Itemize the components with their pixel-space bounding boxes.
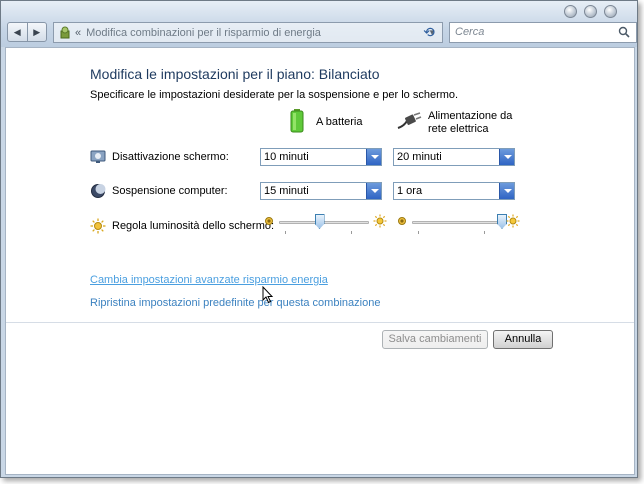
- power-plug-icon: [397, 112, 422, 129]
- sun-large-icon: [373, 214, 387, 228]
- window-frame: ◀ ▶ « Modifica combinazioni per il rispa…: [0, 0, 638, 478]
- address-bar[interactable]: « Modifica combinazioni per il risparmio…: [53, 22, 443, 43]
- mouse-cursor-icon: [262, 286, 274, 304]
- search-icon[interactable]: [618, 26, 630, 38]
- sleep-label: Sospensione computer:: [112, 185, 228, 197]
- forward-button[interactable]: ▶: [28, 23, 47, 41]
- restore-defaults-link[interactable]: Ripristina impostazioni predefinite per …: [90, 297, 380, 309]
- slider-tick: [285, 231, 286, 234]
- plugged-column-header: Alimentazione da rete elettrica: [428, 110, 512, 136]
- display-off-battery-value: 10 minuti: [264, 151, 309, 163]
- chevron-down-icon[interactable]: [366, 149, 381, 165]
- nav-buttons: ◀ ▶: [7, 22, 47, 42]
- search-input[interactable]: Cerca: [449, 22, 637, 43]
- plugged-header-line2: rete elettrica: [428, 123, 489, 135]
- slider-track: [412, 221, 502, 224]
- save-button[interactable]: Salva cambiamenti: [382, 330, 488, 349]
- close-button[interactable]: [604, 5, 617, 18]
- navigation-bar: ◀ ▶ « Modifica combinazioni per il rispa…: [7, 22, 637, 44]
- battery-icon: [290, 109, 304, 133]
- sleep-plugged-value: 1 ora: [397, 185, 423, 197]
- brightness-row-label: Regola luminosità dello schermo:: [90, 218, 274, 234]
- sun-large-icon: [506, 214, 520, 228]
- display-off-label: Disattivazione schermo:: [112, 151, 229, 163]
- refresh-icon[interactable]: ⟲: [421, 25, 437, 39]
- slider-thumb[interactable]: [314, 214, 325, 229]
- display-off-plugged-select[interactable]: 20 minuti: [393, 148, 515, 166]
- slider-tick: [351, 231, 352, 234]
- brightness-battery-slider[interactable]: [263, 213, 387, 237]
- minimize-button[interactable]: [564, 5, 577, 18]
- sun-icon: [90, 218, 106, 234]
- display-off-plugged-value: 20 minuti: [397, 151, 442, 163]
- brightness-label: Regola luminosità dello schermo:: [112, 220, 275, 232]
- slider-tick: [418, 231, 419, 234]
- maximize-button[interactable]: [584, 5, 597, 18]
- moon-icon: [91, 184, 106, 198]
- sleep-battery-select[interactable]: 15 minuti: [260, 182, 382, 200]
- chevron-down-icon[interactable]: [499, 149, 514, 165]
- plugged-header-line1: Alimentazione da: [428, 110, 513, 122]
- page-title: Modifica le impostazioni per il piano: B…: [90, 66, 380, 82]
- slider-tick: [484, 231, 485, 234]
- display-off-battery-select[interactable]: 10 minuti: [260, 148, 382, 166]
- advanced-settings-link[interactable]: Cambia impostazioni avanzate risparmio e…: [90, 274, 328, 286]
- monitor-icon: [90, 150, 106, 163]
- footer-divider: [6, 322, 634, 323]
- back-button[interactable]: ◀: [8, 23, 28, 41]
- display-off-row-label: Disattivazione schermo:: [90, 149, 229, 165]
- brightness-plugged-slider[interactable]: [396, 213, 520, 237]
- power-options-icon: [60, 26, 70, 38]
- content-pane: Modifica le impostazioni per il piano: B…: [5, 47, 635, 475]
- page-subtitle: Specificare le impostazioni desiderate p…: [90, 89, 459, 101]
- sleep-battery-value: 15 minuti: [264, 185, 309, 197]
- title-bar: ◀ ▶ « Modifica combinazioni per il rispa…: [1, 1, 637, 47]
- caption-buttons: [564, 5, 617, 18]
- sun-small-icon: [398, 217, 406, 225]
- address-path: Modifica combinazioni per il risparmio d…: [86, 26, 321, 39]
- cancel-button[interactable]: Annulla: [493, 330, 553, 349]
- chevron-down-icon[interactable]: [366, 183, 381, 199]
- breadcrumb-separator: «: [75, 26, 82, 39]
- search-placeholder: Cerca: [455, 26, 485, 38]
- sleep-row-label: Sospensione computer:: [90, 183, 228, 199]
- sun-small-icon: [265, 217, 273, 225]
- sleep-plugged-select[interactable]: 1 ora: [393, 182, 515, 200]
- battery-column-header: A batteria: [316, 116, 363, 128]
- chevron-down-icon[interactable]: [499, 183, 514, 199]
